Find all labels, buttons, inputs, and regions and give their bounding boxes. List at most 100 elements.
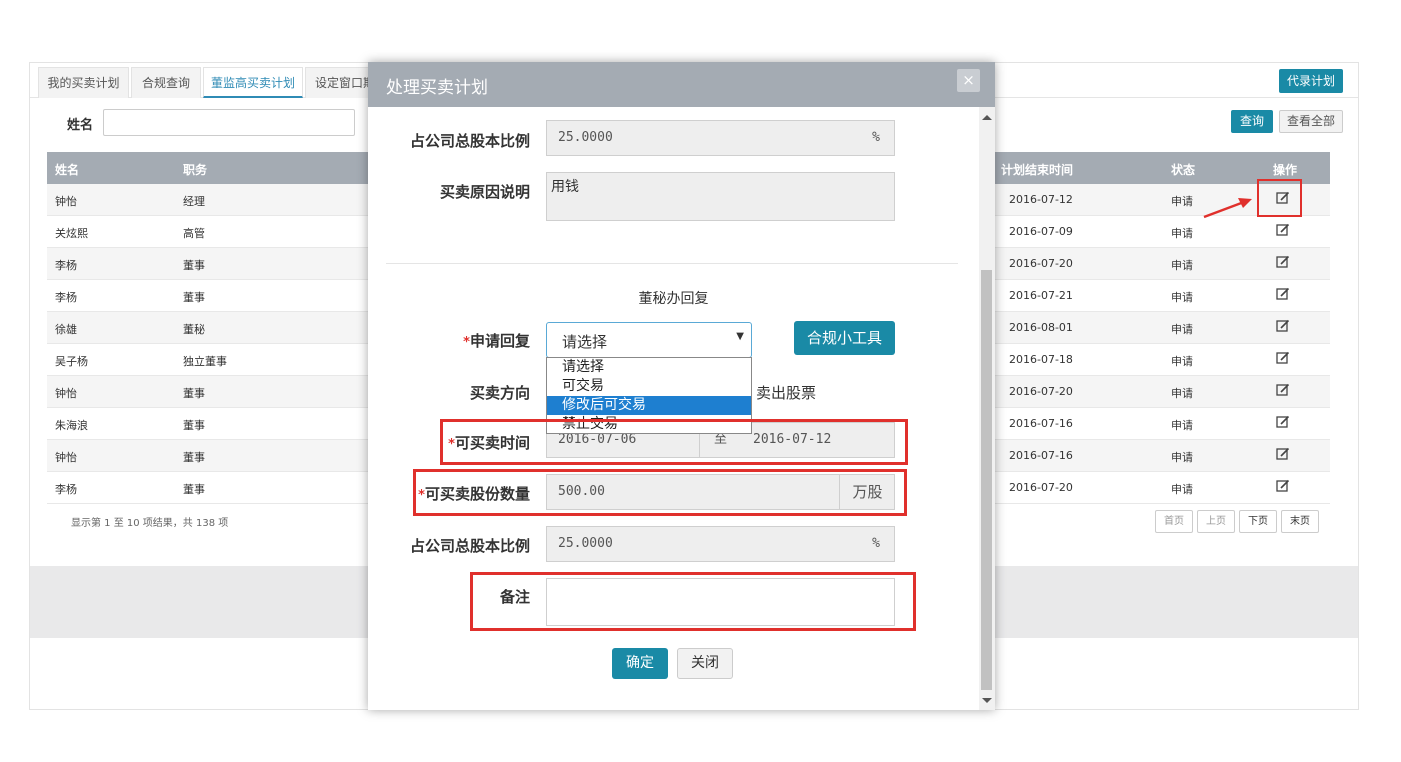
section-title: 董秘办回复 xyxy=(638,291,709,307)
cell-name: 李杨 xyxy=(55,483,77,496)
cell-role: 董事 xyxy=(183,291,205,304)
reply-selected-value: 请选择 xyxy=(562,333,608,351)
cell-name: 李杨 xyxy=(55,259,77,272)
query-button[interactable]: 查询 xyxy=(1231,110,1273,133)
edit-icon[interactable] xyxy=(1276,383,1290,397)
highlight-time-range xyxy=(440,419,908,465)
cell-role: 高管 xyxy=(183,227,205,240)
cell-end-time: 2016-07-20 xyxy=(1009,481,1073,494)
highlight-edit-action xyxy=(1257,179,1302,217)
close-button[interactable]: 关闭 xyxy=(677,648,733,679)
cell-name: 李杨 xyxy=(55,291,77,304)
cell-role: 董事 xyxy=(183,387,205,400)
reply-label-text: 申请回复 xyxy=(469,332,530,350)
reason-value: 用钱 xyxy=(551,179,579,195)
view-all-button[interactable]: 查看全部 xyxy=(1279,110,1343,133)
direction-label: 买卖方向 xyxy=(469,384,530,402)
highlight-quantity xyxy=(413,469,907,516)
cell-name: 钟怡 xyxy=(55,451,77,464)
prev-page-button[interactable]: 上页 xyxy=(1197,510,1235,533)
edit-icon[interactable] xyxy=(1276,447,1290,461)
first-page-button[interactable]: 首页 xyxy=(1155,510,1193,533)
reply-option-please-select[interactable]: 请选择 xyxy=(547,358,751,377)
edit-icon[interactable] xyxy=(1276,415,1290,429)
cell-end-time: 2016-08-01 xyxy=(1009,321,1073,334)
tab-my-plans[interactable]: 我的买卖计划 xyxy=(38,67,129,98)
ratio-bottom-field: 25.0000 % xyxy=(546,526,895,562)
cell-name: 朱海浪 xyxy=(55,419,88,432)
edit-icon[interactable] xyxy=(1276,287,1290,301)
cell-end-time: 2016-07-12 xyxy=(1009,193,1073,206)
modal-scrollbar[interactable] xyxy=(979,107,995,710)
cell-status: 申请 xyxy=(1171,419,1193,432)
cell-role: 董事 xyxy=(183,419,205,432)
chevron-down-icon: ▼ xyxy=(736,331,744,342)
next-page-button[interactable]: 下页 xyxy=(1239,510,1277,533)
col-status: 状态 xyxy=(1171,163,1196,177)
last-page-button[interactable]: 末页 xyxy=(1281,510,1319,533)
ratio-top-value: 25.0000 xyxy=(558,130,613,145)
cell-role: 经理 xyxy=(183,195,205,208)
cell-status: 申请 xyxy=(1171,451,1193,464)
confirm-button[interactable]: 确定 xyxy=(612,648,668,679)
cell-role: 董事 xyxy=(183,483,205,496)
cell-status: 申请 xyxy=(1171,227,1193,240)
scroll-up-icon[interactable] xyxy=(982,115,992,120)
direction-value: 卖出股票 xyxy=(756,384,817,402)
cell-status: 申请 xyxy=(1171,195,1193,208)
cell-name: 钟怡 xyxy=(55,195,77,208)
scroll-thumb[interactable] xyxy=(981,270,992,690)
cell-status: 申请 xyxy=(1171,323,1193,336)
cell-role: 董事 xyxy=(183,451,205,464)
ratio-bottom-value: 25.0000 xyxy=(558,536,613,551)
col-name: 姓名 xyxy=(55,163,80,177)
cell-end-time: 2016-07-16 xyxy=(1009,417,1073,430)
col-end-time: 计划结束时间 xyxy=(1001,163,1074,177)
tab-director-plans[interactable]: 董监高买卖计划 xyxy=(203,67,303,98)
cell-end-time: 2016-07-20 xyxy=(1009,385,1073,398)
section-divider xyxy=(386,263,958,264)
cell-status: 申请 xyxy=(1171,387,1193,400)
cell-end-time: 2016-07-20 xyxy=(1009,257,1073,270)
edit-icon[interactable] xyxy=(1276,351,1290,365)
reason-label: 买卖原因说明 xyxy=(439,183,530,201)
cell-status: 申请 xyxy=(1171,259,1193,272)
required-mark: * xyxy=(463,335,470,350)
ratio-bottom-unit: % xyxy=(872,536,880,551)
edit-icon[interactable] xyxy=(1276,319,1290,333)
tab-compliance-query[interactable]: 合规查询 xyxy=(131,67,201,98)
highlight-remark xyxy=(470,572,916,631)
edit-icon[interactable] xyxy=(1276,479,1290,493)
cell-status: 申请 xyxy=(1171,355,1193,368)
reply-label: *申请回复 xyxy=(370,330,530,351)
cell-end-time: 2016-07-09 xyxy=(1009,225,1073,238)
ratio-top-label: 占公司总股本比例 xyxy=(409,132,530,150)
cell-role: 董事 xyxy=(183,259,205,272)
proxy-plan-button[interactable]: 代录计划 xyxy=(1279,69,1343,93)
search-name-label: 姓名 xyxy=(67,118,94,133)
reply-option-tradable-after-edit[interactable]: 修改后可交易 xyxy=(547,396,751,415)
cell-end-time: 2016-07-18 xyxy=(1009,353,1073,366)
cell-name: 吴子杨 xyxy=(55,355,88,368)
cell-status: 申请 xyxy=(1171,483,1193,496)
compliance-tool-button[interactable]: 合规小工具 xyxy=(794,321,895,355)
cell-name: 钟怡 xyxy=(55,387,77,400)
search-name-input[interactable] xyxy=(103,109,355,136)
cell-role: 董秘 xyxy=(183,323,205,336)
col-role: 职务 xyxy=(183,163,208,177)
cell-name: 徐雄 xyxy=(55,323,77,336)
reply-option-tradable[interactable]: 可交易 xyxy=(547,377,751,396)
reply-select[interactable]: 请选择 ▼ xyxy=(546,322,752,358)
edit-icon[interactable] xyxy=(1276,255,1290,269)
modal-close-icon[interactable]: × xyxy=(957,69,980,92)
col-actions: 操作 xyxy=(1273,163,1298,177)
pagination-summary: 显示第 1 至 10 项结果，共 138 项 xyxy=(71,518,229,529)
cell-name: 关炫熙 xyxy=(55,227,88,240)
modal-title: 处理买卖计划 xyxy=(386,78,488,98)
cell-status: 申请 xyxy=(1171,291,1193,304)
ratio-top-field: 25.0000 % xyxy=(546,120,895,156)
ratio-top-unit: % xyxy=(872,130,880,145)
edit-icon[interactable] xyxy=(1276,223,1290,237)
annotation-arrow-icon xyxy=(1203,198,1252,219)
scroll-down-icon[interactable] xyxy=(982,698,992,703)
